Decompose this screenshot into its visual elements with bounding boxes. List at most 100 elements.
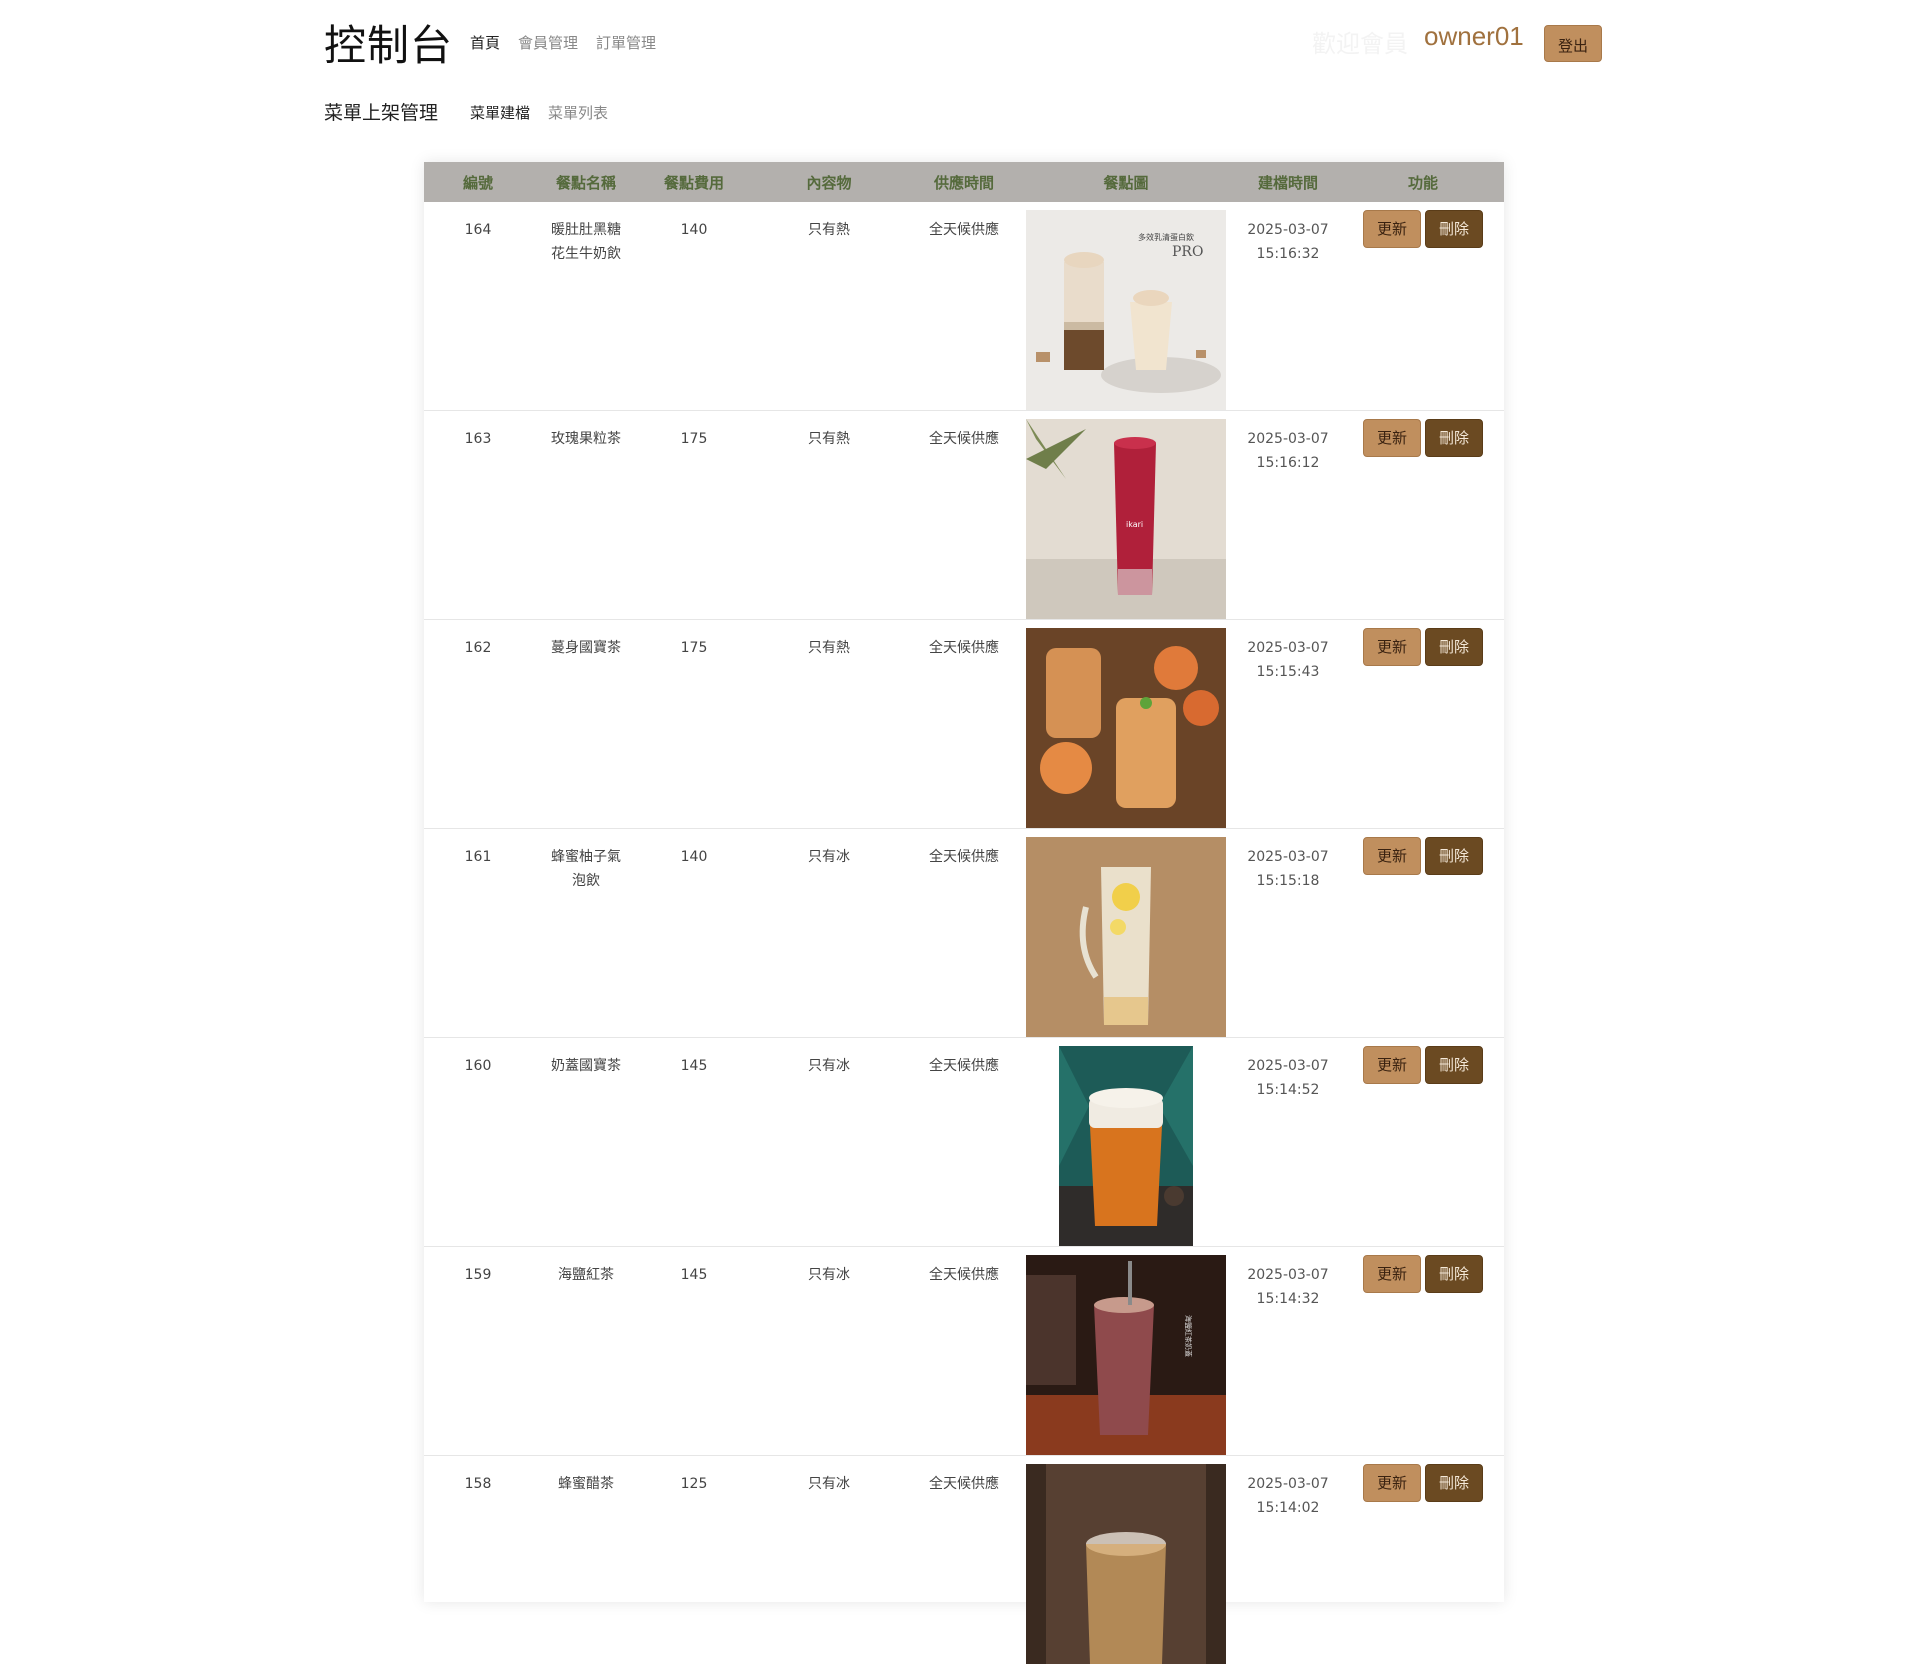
cell-id: 158	[424, 1456, 532, 1664]
drink-image	[1059, 1046, 1193, 1246]
cell-id: 160	[424, 1038, 532, 1247]
table-row: 164 暖肚肚黑糖花生牛奶飲 140 只有熱 全天候供應	[424, 202, 1504, 411]
cell-image	[1018, 829, 1234, 1038]
menu-table-card: 編號 餐點名稱 餐點費用 內容物 供應時間 餐點圖 建檔時間 功能 164 暖肚…	[424, 162, 1504, 1602]
table-row: 162 蔓身國寶茶 175 只有熱 全天候供應	[424, 620, 1504, 829]
table-row: 163 玫瑰果粒茶 175 只有熱 全天候供應	[424, 411, 1504, 620]
cell-created: 2025-03-0715:14:52	[1234, 1038, 1342, 1247]
cell-created: 2025-03-0715:14:02	[1234, 1456, 1342, 1664]
delete-button[interactable]: 刪除	[1425, 210, 1483, 248]
update-button[interactable]: 更新	[1363, 1255, 1421, 1293]
cell-actions: 更新刪除	[1342, 829, 1504, 1038]
drink-image: 海鹽紅茶奶蓋	[1026, 1255, 1226, 1455]
cell-name: 海鹽紅茶	[532, 1247, 640, 1456]
cell-price: 175	[640, 620, 748, 829]
cell-price: 145	[640, 1247, 748, 1456]
delete-button[interactable]: 刪除	[1425, 1464, 1483, 1502]
cell-name: 奶蓋國寶茶	[532, 1038, 640, 1247]
username: owner01	[1424, 21, 1524, 52]
cell-actions: 更新刪除	[1342, 620, 1504, 829]
cell-price: 125	[640, 1456, 748, 1664]
cell-actions: 更新刪除	[1342, 202, 1504, 411]
nav-member-management[interactable]: 會員管理	[518, 32, 578, 53]
drink-image: ikari	[1026, 419, 1226, 619]
cell-id: 164	[424, 202, 532, 411]
cell-supply: 全天候供應	[910, 829, 1018, 1038]
delete-button[interactable]: 刪除	[1425, 837, 1483, 875]
col-price: 餐點費用	[640, 162, 748, 202]
col-content: 內容物	[748, 162, 910, 202]
update-button[interactable]: 更新	[1363, 837, 1421, 875]
cell-content: 只有冰	[748, 1038, 910, 1247]
cell-id: 161	[424, 829, 532, 1038]
cell-image: 多效乳清蛋白飲 PRO	[1018, 202, 1234, 411]
welcome-text: 歡迎會員	[1312, 24, 1408, 59]
update-button[interactable]: 更新	[1363, 1464, 1421, 1502]
section-title: 菜單上架管理	[324, 98, 438, 125]
col-image: 餐點圖	[1018, 162, 1234, 202]
cell-name: 玫瑰果粒茶	[532, 411, 640, 620]
logout-button[interactable]: 登出	[1544, 25, 1602, 62]
cell-image	[1018, 620, 1234, 829]
table-row: 161 蜂蜜柚子氣泡飲 140 只有冰 全天候供應	[424, 829, 1504, 1038]
cell-image: 海鹽紅茶奶蓋	[1018, 1247, 1234, 1456]
cell-name: 暖肚肚黑糖花生牛奶飲	[532, 202, 640, 411]
update-button[interactable]: 更新	[1363, 1046, 1421, 1084]
cell-image	[1018, 1038, 1234, 1247]
update-button[interactable]: 更新	[1363, 628, 1421, 666]
cell-supply: 全天候供應	[910, 202, 1018, 411]
cell-name: 蔓身國寶茶	[532, 620, 640, 829]
cell-actions: 更新刪除	[1342, 1456, 1504, 1664]
cell-content: 只有冰	[748, 1456, 910, 1664]
cell-id: 162	[424, 620, 532, 829]
delete-button[interactable]: 刪除	[1425, 1255, 1483, 1293]
sub-nav: 菜單建檔 菜單列表	[470, 102, 608, 123]
svg-text:PRO: PRO	[1172, 244, 1203, 260]
table-row: 159 海鹽紅茶 145 只有冰 全天候供應 海鹽紅茶奶蓋	[424, 1247, 1504, 1456]
cell-supply: 全天候供應	[910, 1247, 1018, 1456]
cell-supply: 全天候供應	[910, 620, 1018, 829]
table-row: 158 蜂蜜醋茶 125 只有冰 全天候供應 2025-03-071	[424, 1456, 1504, 1664]
cell-created: 2025-03-0715:14:32	[1234, 1247, 1342, 1456]
cell-actions: 更新刪除	[1342, 1038, 1504, 1247]
cell-content: 只有熱	[748, 202, 910, 411]
table-row: 160 奶蓋國寶茶 145 只有冰 全天候供應	[424, 1038, 1504, 1247]
cell-content: 只有熱	[748, 411, 910, 620]
drink-image	[1026, 628, 1226, 828]
nav-menu-create[interactable]: 菜單建檔	[470, 102, 530, 123]
drink-image: 多效乳清蛋白飲 PRO	[1026, 210, 1226, 410]
cell-id: 163	[424, 411, 532, 620]
cell-price: 140	[640, 829, 748, 1038]
svg-text:ikari: ikari	[1126, 520, 1143, 529]
col-name: 餐點名稱	[532, 162, 640, 202]
menu-table: 編號 餐點名稱 餐點費用 內容物 供應時間 餐點圖 建檔時間 功能 164 暖肚…	[424, 162, 1504, 1664]
cell-image	[1018, 1456, 1234, 1664]
cell-created: 2025-03-0715:16:32	[1234, 202, 1342, 411]
drink-image	[1026, 837, 1226, 1037]
nav-menu-list[interactable]: 菜單列表	[548, 102, 608, 123]
cell-created: 2025-03-0715:15:18	[1234, 829, 1342, 1038]
top-nav: 首頁 會員管理 訂單管理	[470, 32, 656, 53]
update-button[interactable]: 更新	[1363, 419, 1421, 457]
col-created: 建檔時間	[1234, 162, 1342, 202]
update-button[interactable]: 更新	[1363, 210, 1421, 248]
nav-order-management[interactable]: 訂單管理	[596, 32, 656, 53]
dashboard-title: 控制台	[324, 12, 453, 73]
cell-created: 2025-03-0715:16:12	[1234, 411, 1342, 620]
cell-content: 只有冰	[748, 1247, 910, 1456]
cell-actions: 更新刪除	[1342, 411, 1504, 620]
cell-supply: 全天候供應	[910, 1456, 1018, 1664]
cell-content: 只有冰	[748, 829, 910, 1038]
nav-home[interactable]: 首頁	[470, 32, 500, 53]
delete-button[interactable]: 刪除	[1425, 1046, 1483, 1084]
cell-image: ikari	[1018, 411, 1234, 620]
delete-button[interactable]: 刪除	[1425, 628, 1483, 666]
col-supply: 供應時間	[910, 162, 1018, 202]
delete-button[interactable]: 刪除	[1425, 419, 1483, 457]
svg-text:海鹽紅茶奶蓋: 海鹽紅茶奶蓋	[1184, 1315, 1193, 1357]
cell-id: 159	[424, 1247, 532, 1456]
cell-content: 只有熱	[748, 620, 910, 829]
cell-supply: 全天候供應	[910, 411, 1018, 620]
col-id: 編號	[424, 162, 532, 202]
svg-text:多效乳清蛋白飲: 多效乳清蛋白飲	[1138, 232, 1194, 242]
